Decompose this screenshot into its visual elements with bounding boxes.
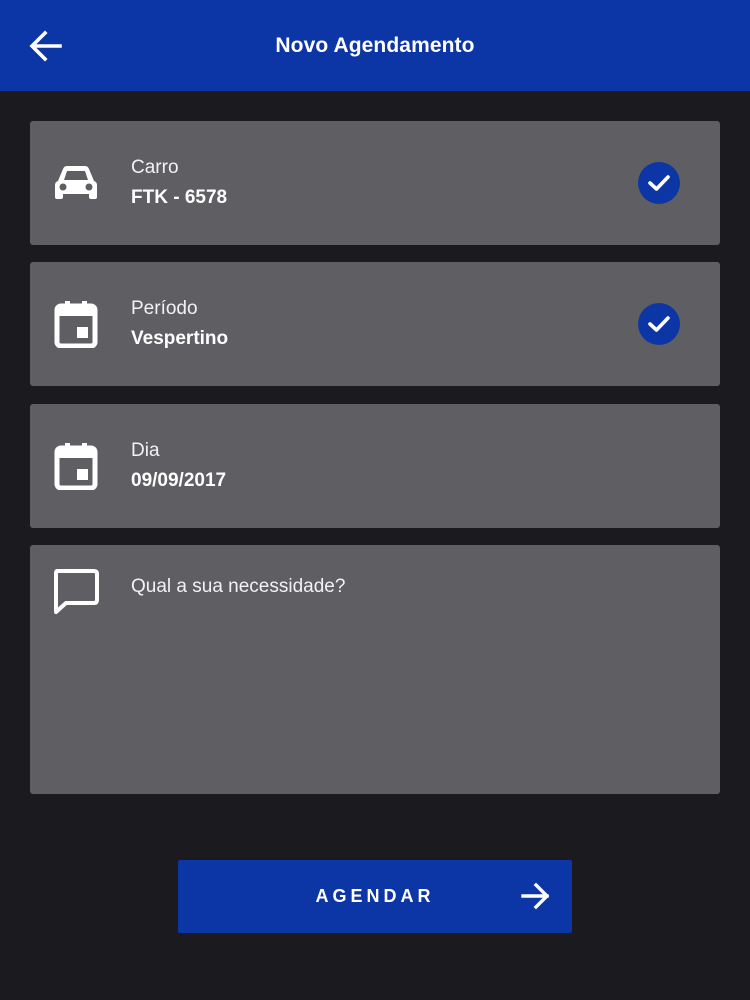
- period-check: [638, 303, 680, 345]
- period-label: Período: [131, 298, 198, 319]
- back-button[interactable]: [26, 28, 64, 64]
- car-field[interactable]: Carro FTK - 6578: [30, 121, 720, 245]
- day-value: 09/09/2017: [131, 470, 227, 491]
- page-title: Novo Agendamento: [275, 33, 475, 57]
- car-check: [638, 162, 680, 204]
- app-bar: Novo Agendamento: [0, 0, 750, 91]
- period-field[interactable]: Período Vespertino: [30, 262, 720, 386]
- period-value: Vespertino: [131, 328, 229, 349]
- arrow-left-icon: [29, 30, 62, 62]
- need-field[interactable]: Qual a sua necessidade?: [30, 545, 720, 794]
- schedule-button[interactable]: AGENDAR: [178, 860, 572, 933]
- arrow-right-icon: [520, 880, 552, 912]
- car-value: FTK - 6578: [131, 187, 228, 208]
- check-icon: [648, 175, 670, 191]
- day-label: Dia: [131, 440, 160, 461]
- need-placeholder[interactable]: Qual a sua necessidade?: [131, 576, 345, 598]
- calendar-icon: [52, 442, 100, 490]
- calendar-icon: [52, 300, 100, 348]
- day-field[interactable]: Dia 09/09/2017: [30, 404, 720, 528]
- car-label: Carro: [131, 157, 179, 178]
- schedule-button-label: AGENDAR: [315, 886, 435, 906]
- check-icon: [648, 316, 670, 332]
- car-icon: [52, 159, 100, 207]
- comment-icon: [52, 567, 100, 615]
